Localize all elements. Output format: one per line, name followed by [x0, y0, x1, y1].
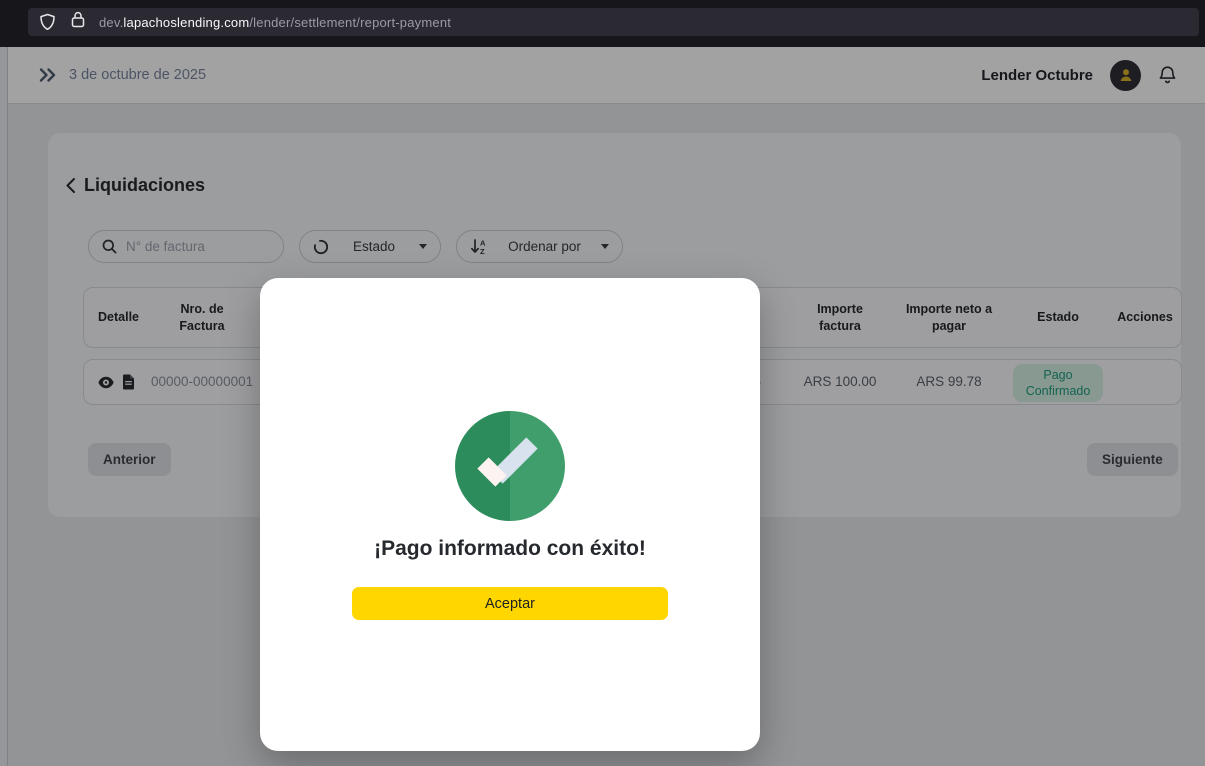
url-domain: lapachoslending.com [123, 15, 249, 30]
check-circle-two-tone-icon [455, 411, 565, 521]
modal-title: ¡Pago informado con éxito! [260, 537, 760, 561]
accept-button[interactable]: Aceptar [352, 587, 668, 620]
url-bar[interactable]: dev.lapachoslending.com/lender/settlemen… [28, 8, 1199, 36]
browser-chrome: dev.lapachoslending.com/lender/settlemen… [0, 0, 1205, 47]
lock-icon[interactable] [71, 11, 85, 28]
screenshot-root: dev.lapachoslending.com/lender/settlemen… [0, 0, 1205, 766]
url-prefix: dev. [99, 15, 123, 30]
shield-icon[interactable] [39, 13, 56, 31]
url-path: /lender/settlement/report-payment [249, 15, 451, 30]
success-modal: ¡Pago informado con éxito! Aceptar [260, 278, 760, 751]
url-text: dev.lapachoslending.com/lender/settlemen… [99, 15, 451, 30]
